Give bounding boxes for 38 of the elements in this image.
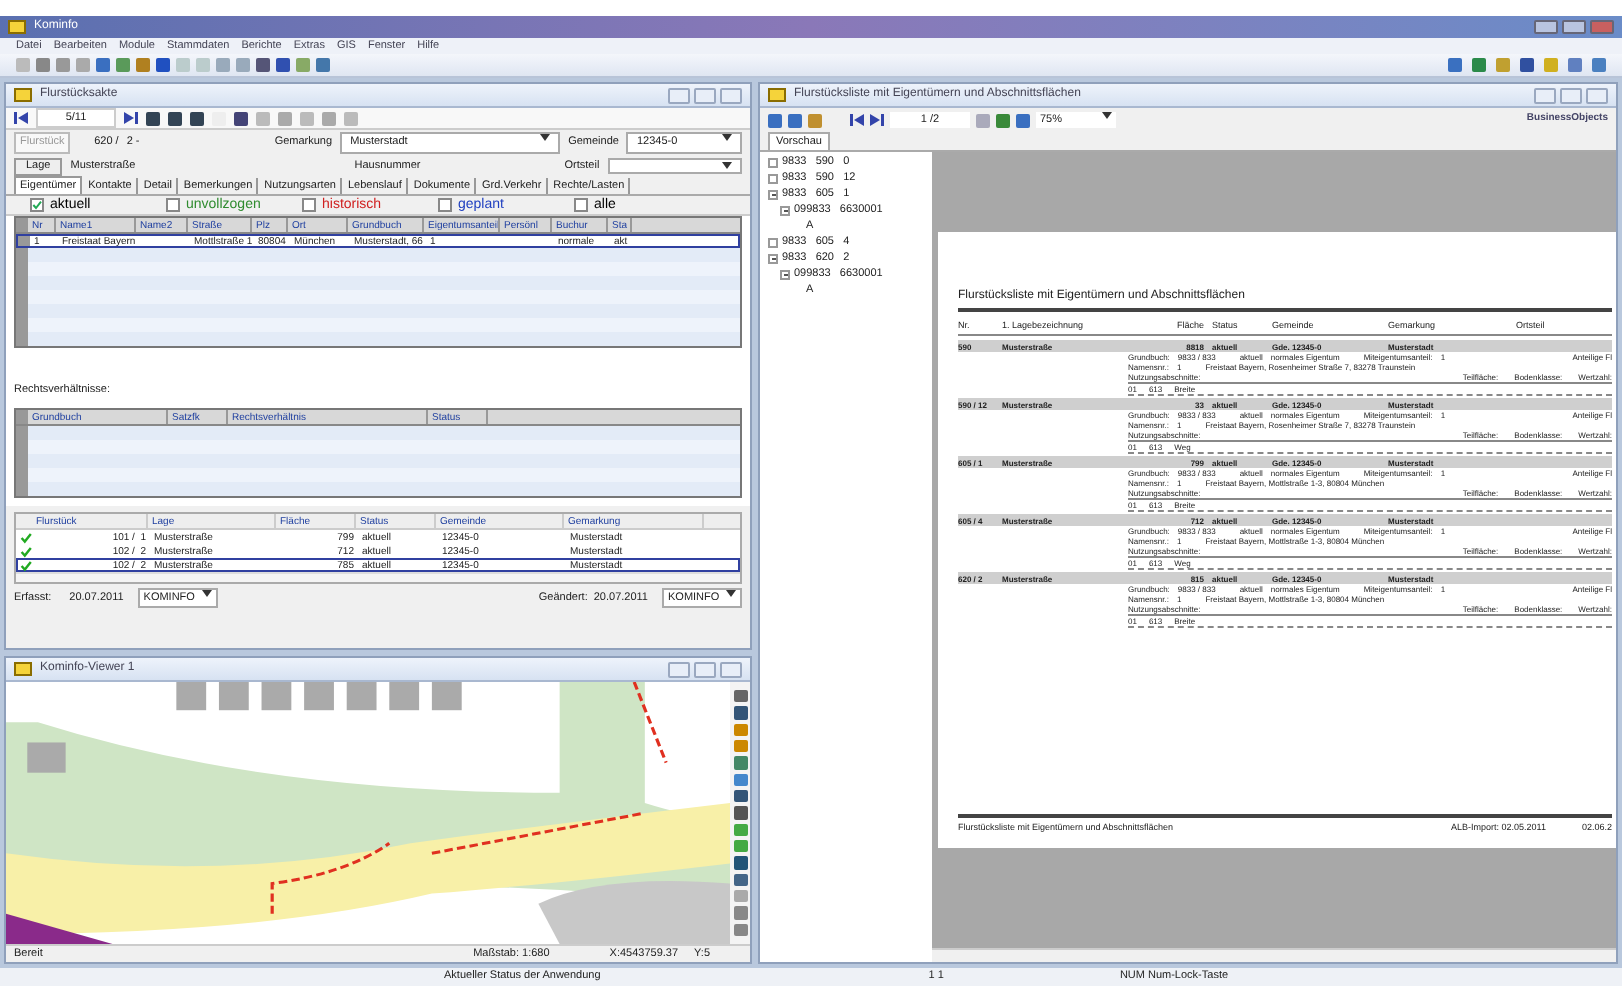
first-record-icon[interactable] (14, 112, 28, 124)
expand-icon[interactable] (768, 237, 778, 248)
collapse-icon[interactable] (780, 205, 790, 216)
maximize-button[interactable] (694, 87, 716, 103)
caret-icon (726, 589, 736, 598)
maximize-button[interactable] (1562, 20, 1586, 34)
checkbox[interactable] (166, 198, 180, 212)
last-record-icon[interactable] (124, 112, 138, 124)
minimize-button[interactable] (668, 661, 690, 677)
district-part-dropdown[interactable] (607, 158, 742, 174)
close-button[interactable] (720, 87, 742, 103)
caret-icon (201, 589, 212, 598)
window-icon (14, 662, 32, 676)
collapse-icon[interactable] (768, 189, 778, 200)
checkbox[interactable] (438, 198, 452, 212)
close-button[interactable] (720, 661, 742, 677)
expand-icon[interactable] (768, 157, 778, 168)
collapse-icon[interactable] (780, 269, 790, 280)
window-icon (768, 88, 786, 102)
close-button[interactable] (1590, 20, 1614, 34)
checkbox[interactable] (574, 198, 588, 212)
caret-icon (722, 134, 732, 143)
window-icon (14, 88, 32, 102)
collapse-icon[interactable] (768, 253, 778, 264)
close-button[interactable] (1586, 87, 1608, 103)
minimize-button[interactable] (668, 87, 690, 103)
caret-icon (540, 134, 551, 143)
caret-icon (722, 162, 732, 170)
minimize-button[interactable] (1534, 87, 1556, 103)
window-icon (8, 20, 26, 34)
first-page-icon[interactable] (850, 114, 864, 126)
checkbox[interactable] (302, 198, 316, 212)
expand-icon[interactable] (768, 173, 778, 184)
checkbox[interactable] (30, 198, 44, 212)
minimize-button[interactable] (1534, 20, 1558, 34)
last-page-icon[interactable] (870, 114, 884, 126)
maximize-button[interactable] (1560, 87, 1582, 103)
maximize-button[interactable] (694, 661, 716, 677)
